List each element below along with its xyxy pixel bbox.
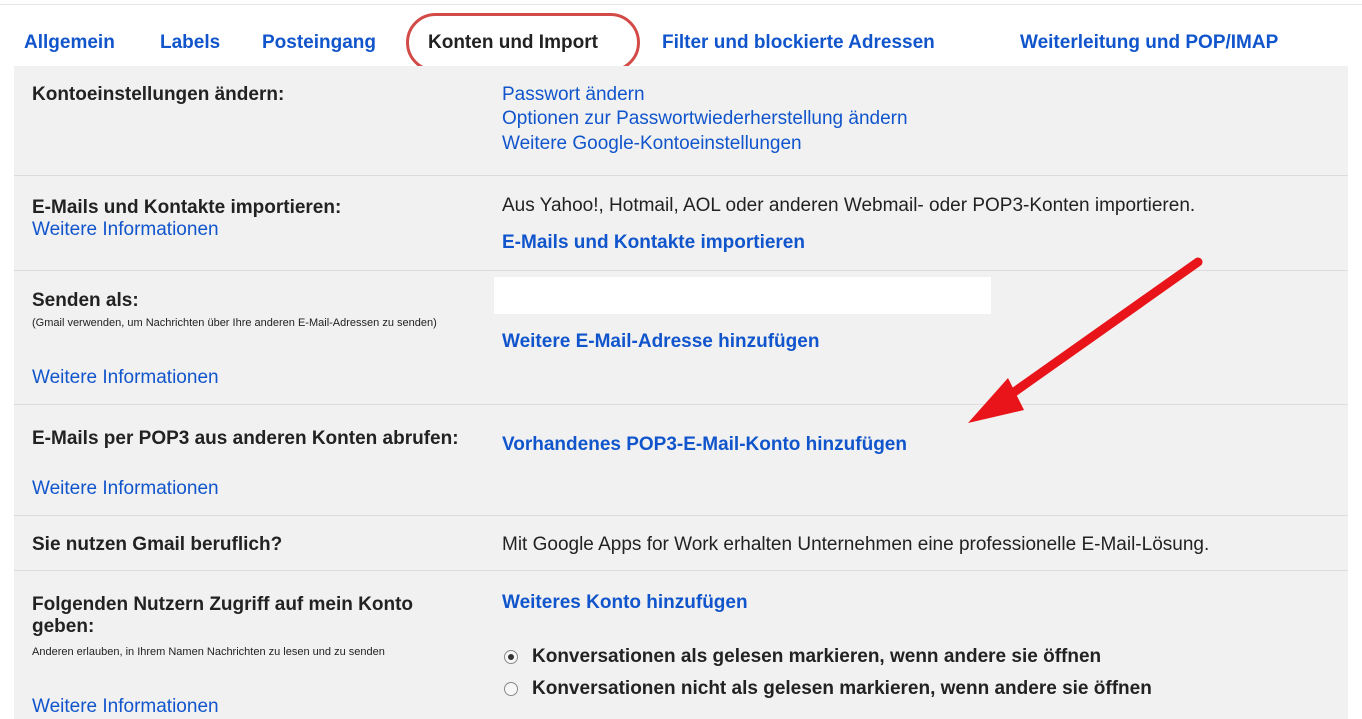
red-arrow-annotation <box>968 257 1203 423</box>
